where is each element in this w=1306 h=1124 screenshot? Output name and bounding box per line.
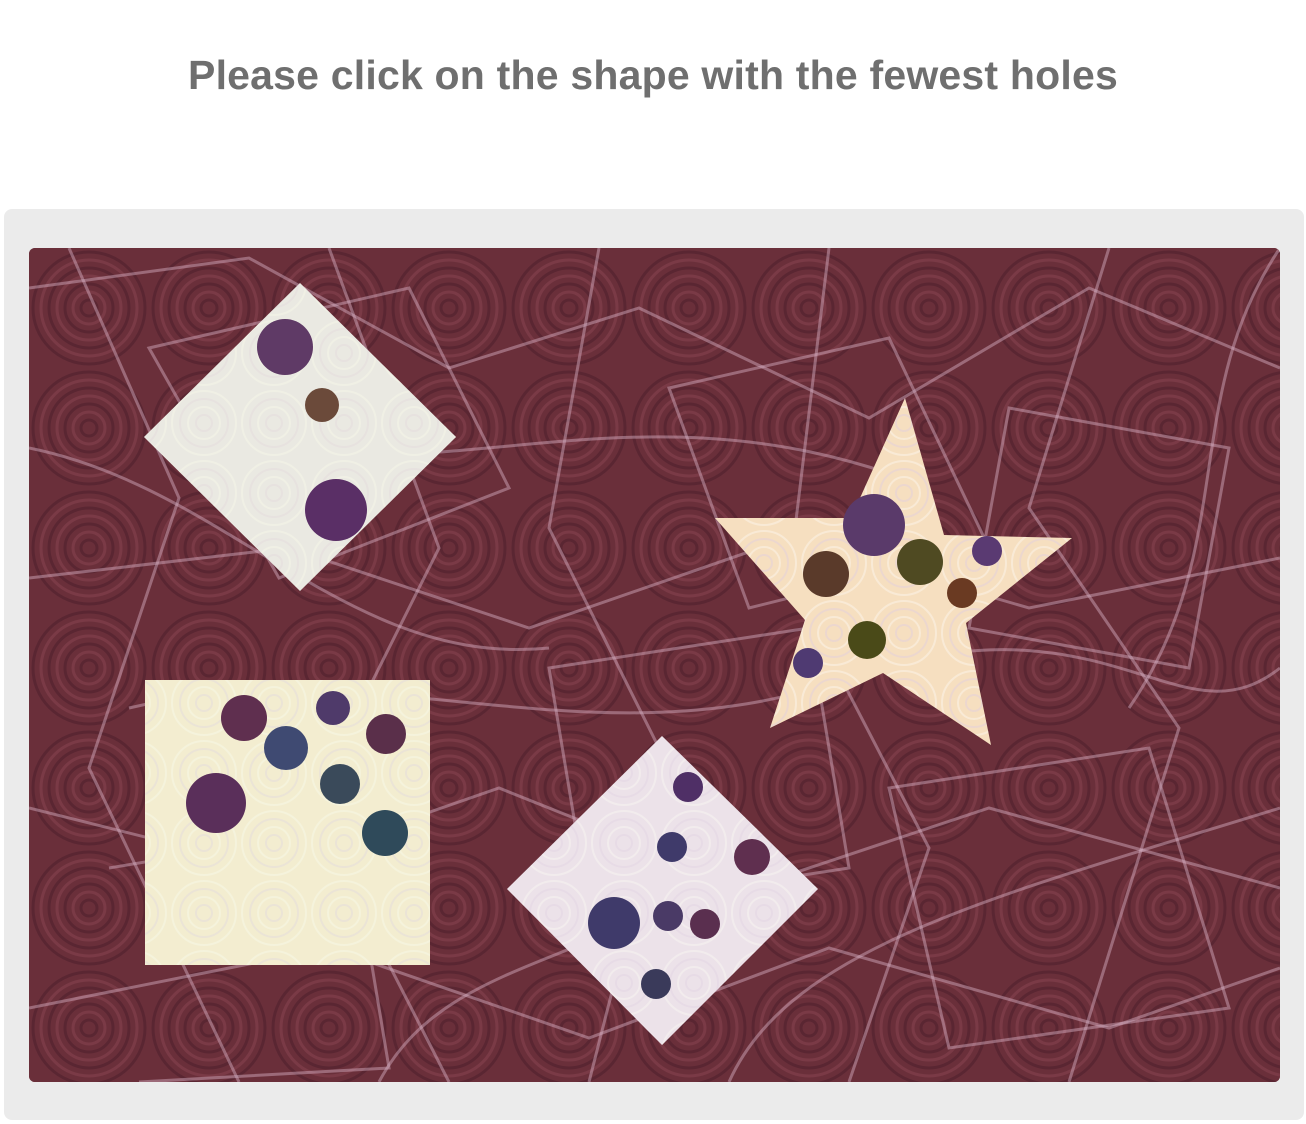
- hole: [653, 901, 683, 931]
- hole: [972, 536, 1002, 566]
- hole: [848, 621, 886, 659]
- hole: [947, 578, 977, 608]
- hole: [362, 810, 408, 856]
- hole: [366, 714, 406, 754]
- hole: [305, 479, 367, 541]
- captcha-canvas: [29, 248, 1280, 1082]
- hole: [320, 764, 360, 804]
- hole: [257, 319, 313, 375]
- hole: [734, 839, 770, 875]
- hole: [793, 648, 823, 678]
- hole: [657, 832, 687, 862]
- hole: [316, 691, 350, 725]
- hole: [221, 695, 267, 741]
- hole: [690, 909, 720, 939]
- hole: [641, 969, 671, 999]
- captcha-prompt: Please click on the shape with the fewes…: [188, 52, 1118, 98]
- hole: [673, 772, 703, 802]
- hole: [843, 494, 905, 556]
- hole: [897, 539, 943, 585]
- hole: [803, 551, 849, 597]
- hole: [305, 388, 339, 422]
- shape-square[interactable]: [145, 680, 430, 965]
- hole: [588, 897, 640, 949]
- hole: [186, 773, 246, 833]
- hole: [264, 726, 308, 770]
